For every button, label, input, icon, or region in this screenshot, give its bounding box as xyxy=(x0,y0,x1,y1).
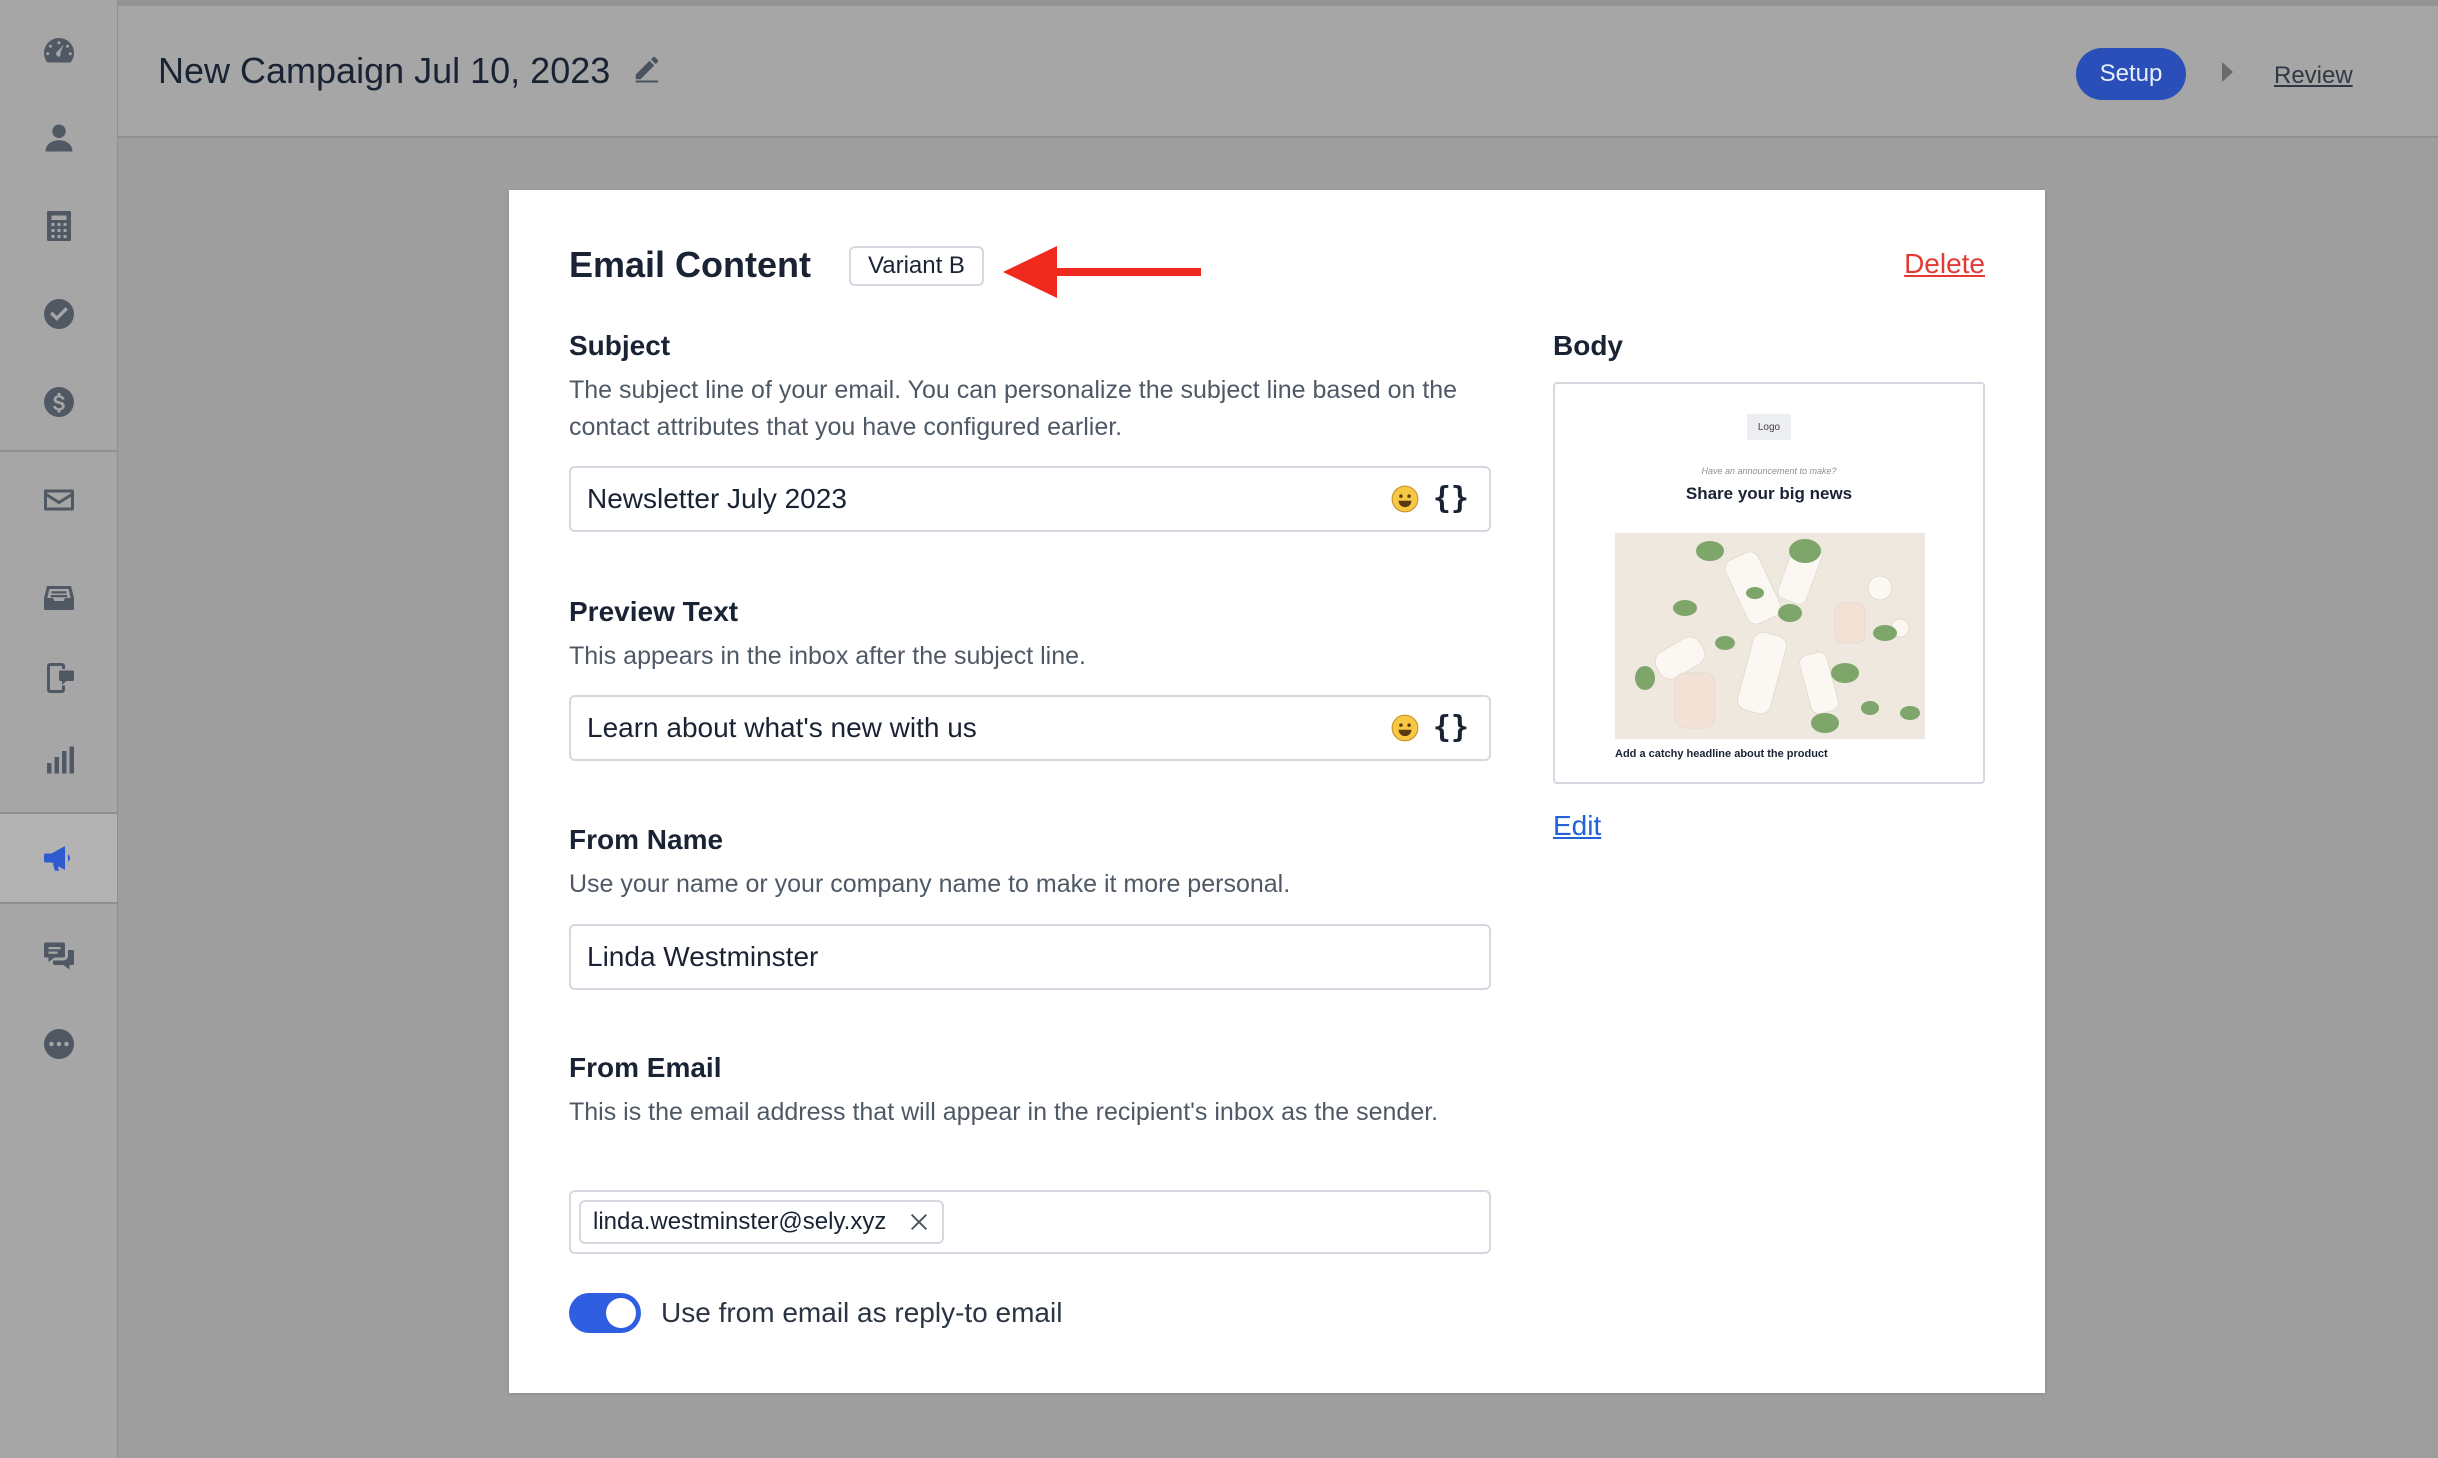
preview-logo: Logo xyxy=(1747,414,1791,440)
user-icon xyxy=(45,124,72,152)
personalize-braces-icon[interactable]: {} xyxy=(1433,713,1469,743)
variant-badge: Variant B xyxy=(849,246,984,286)
preview-text-input[interactable]: Learn about what's new with us {} xyxy=(569,695,1491,761)
nav-reports[interactable] xyxy=(0,716,117,804)
phone-chat-icon xyxy=(46,663,74,693)
from-name-input[interactable]: Linda Westminster xyxy=(569,924,1491,990)
emoji-picker-icon[interactable] xyxy=(1391,485,1419,513)
sidebar xyxy=(0,0,118,1458)
from-name-label: From Name xyxy=(569,824,724,855)
nav-sms[interactable] xyxy=(0,634,117,722)
calculator-icon xyxy=(46,211,71,241)
subject-description: The subject line of your email. You can … xyxy=(569,376,1458,441)
nav-contacts[interactable] xyxy=(0,94,117,182)
red-arrow-annotation-icon xyxy=(1003,246,1201,298)
email-content-card: Email Content Variant B Delete Subject T… xyxy=(509,190,2045,1393)
toggle-knob xyxy=(606,1298,636,1328)
nav-inbox[interactable] xyxy=(0,554,117,642)
nav-deals[interactable] xyxy=(0,358,117,446)
reply-to-toggle[interactable] xyxy=(569,1293,641,1333)
step-caret-icon xyxy=(2222,62,2233,82)
step-review-link[interactable]: Review xyxy=(2274,62,2353,90)
remove-chip-close-icon[interactable] xyxy=(908,1211,930,1233)
subject-input[interactable]: Newsletter July 2023 {} xyxy=(569,466,1491,532)
mail-icon xyxy=(43,489,74,511)
edit-title-button[interactable] xyxy=(632,50,662,92)
email-body-preview[interactable]: Logo Have an announcement to make? Share… xyxy=(1553,382,1985,784)
nav-divider xyxy=(0,902,117,904)
nav-more[interactable] xyxy=(0,1000,117,1088)
card-title: Email Content xyxy=(569,244,812,285)
nav-conversations[interactable] xyxy=(0,912,117,1000)
top-header: New Campaign Jul 10, 2023 Setup Review xyxy=(118,0,2438,138)
nav-divider xyxy=(0,450,117,452)
preview-text-value: Learn about what's new with us xyxy=(587,712,977,743)
bar-chart-icon xyxy=(46,746,74,774)
body-label: Body xyxy=(1553,330,1623,361)
dashboard-gauge-icon xyxy=(43,38,74,63)
nav-campaigns[interactable] xyxy=(0,814,117,902)
preview-product-image xyxy=(1615,533,1925,739)
nav-calculator[interactable] xyxy=(0,182,117,270)
edit-body-link[interactable]: Edit xyxy=(1553,810,1601,842)
nav-tasks[interactable] xyxy=(0,270,117,358)
campaign-title-text: New Campaign Jul 10, 2023 xyxy=(158,50,611,91)
megaphone-icon xyxy=(43,846,70,871)
check-circle-icon xyxy=(43,299,74,329)
step-setup-button[interactable]: Setup xyxy=(2076,48,2186,100)
dollar-circle-icon xyxy=(43,387,74,417)
email-chip-text: linda.westminster@sely.xyz xyxy=(593,1208,887,1235)
subject-value: Newsletter July 2023 xyxy=(587,483,847,514)
delete-link[interactable]: Delete xyxy=(1904,248,1985,280)
email-chip: linda.westminster@sely.xyz xyxy=(579,1200,945,1244)
reply-to-label: Use from email as reply-to email xyxy=(661,1297,1063,1328)
from-name-value: Linda Westminster xyxy=(587,941,819,972)
personalize-braces-icon[interactable]: {} xyxy=(1433,484,1469,514)
nav-email[interactable] xyxy=(0,456,117,544)
preview-text-label: Preview Text xyxy=(569,596,739,627)
from-email-label: From Email xyxy=(569,1052,722,1083)
preview-text-description: This appears in the inbox after the subj… xyxy=(569,642,1086,670)
inbox-icon xyxy=(43,586,74,610)
emoji-picker-icon[interactable] xyxy=(1391,714,1419,742)
from-email-description: This is the email address that will appe… xyxy=(569,1098,1439,1126)
chat-bubbles-icon xyxy=(43,942,74,970)
preview-announcement: Have an announcement to make? xyxy=(1701,466,1837,476)
campaign-title: New Campaign Jul 10, 2023 xyxy=(158,50,662,92)
nav-dashboard[interactable] xyxy=(0,6,117,94)
pencil-icon xyxy=(636,56,659,83)
from-email-input[interactable]: linda.westminster@sely.xyz xyxy=(569,1190,1491,1254)
preview-caption: Add a catchy headline about the product xyxy=(1615,748,1828,760)
preview-headline: Share your big news xyxy=(1685,484,1853,503)
from-name-description: Use your name or your company name to ma… xyxy=(569,870,1291,898)
subject-label: Subject xyxy=(569,330,671,361)
more-circle-icon xyxy=(43,1029,74,1059)
